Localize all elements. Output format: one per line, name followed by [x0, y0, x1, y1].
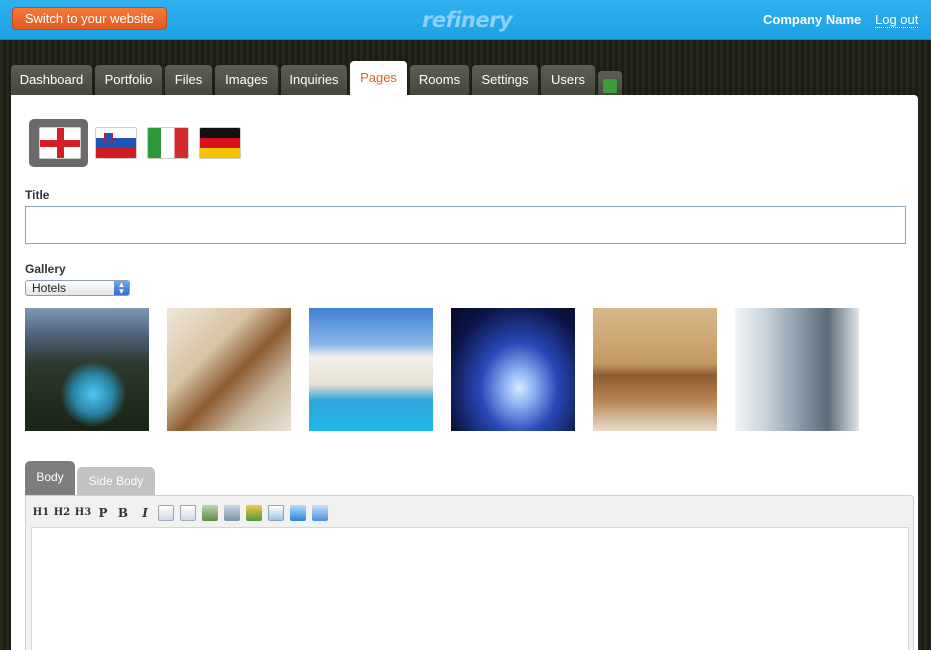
h1-button[interactable]: H1: [32, 504, 50, 522]
tab-images[interactable]: Images: [215, 65, 278, 96]
shuffle-tab[interactable]: [598, 71, 622, 96]
italy-flag-icon: [147, 127, 189, 159]
locale-italian[interactable]: [137, 119, 196, 167]
germany-flag-icon: [199, 127, 241, 159]
top-bar: Switch to your website refinery Company …: [0, 0, 931, 40]
title-input[interactable]: [25, 206, 906, 244]
gallery-image[interactable]: [309, 308, 433, 431]
tab-body[interactable]: Body: [25, 461, 75, 495]
locale-english[interactable]: [29, 119, 88, 167]
locale-slovenian[interactable]: [85, 119, 144, 167]
tab-dashboard[interactable]: Dashboard: [11, 65, 92, 96]
england-flag-icon: [39, 127, 81, 159]
gallery-label: Gallery: [25, 262, 66, 276]
gallery-select[interactable]: Hotels ▲ ▼: [25, 280, 130, 296]
slovenia-flag-icon: [95, 127, 137, 159]
tab-rooms[interactable]: Rooms: [410, 65, 469, 96]
insert-file-icon[interactable]: [290, 505, 306, 521]
gallery-image[interactable]: [735, 308, 859, 431]
gallery-image[interactable]: [167, 308, 291, 431]
bold-button[interactable]: B: [116, 504, 130, 522]
tab-settings[interactable]: Settings: [472, 65, 538, 96]
unordered-list-icon[interactable]: [180, 505, 196, 521]
shuffle-icon: [603, 79, 617, 93]
h2-button[interactable]: H2: [53, 504, 71, 522]
logout-link[interactable]: Log out: [875, 12, 919, 28]
company-name: Company Name: [763, 12, 862, 27]
tab-inquiries[interactable]: Inquiries: [281, 65, 347, 96]
gallery-image[interactable]: [25, 308, 149, 431]
gallery-image[interactable]: [451, 308, 575, 431]
gallery-image[interactable]: [593, 308, 717, 431]
gallery-select-value: Hotels: [32, 281, 67, 295]
insert-image-icon[interactable]: [246, 505, 262, 521]
tab-users[interactable]: Users: [541, 65, 595, 96]
link-icon[interactable]: [202, 505, 218, 521]
italic-button[interactable]: I: [138, 504, 152, 522]
body-editor-area[interactable]: [31, 527, 909, 650]
unlink-icon[interactable]: [224, 505, 240, 521]
h3-button[interactable]: H3: [74, 504, 92, 522]
paragraph-button[interactable]: P: [96, 504, 110, 522]
tab-side-body[interactable]: Side Body: [77, 467, 155, 495]
tab-pages[interactable]: Pages: [350, 61, 407, 96]
insert-table-icon[interactable]: [268, 505, 284, 521]
tab-files[interactable]: Files: [165, 65, 212, 96]
select-arrows-icon: ▲ ▼: [114, 281, 129, 296]
title-label: Title: [25, 188, 50, 202]
refinery-logo: refinery: [422, 8, 513, 32]
ordered-list-icon[interactable]: [158, 505, 174, 521]
tab-portfolio[interactable]: Portfolio: [95, 65, 162, 96]
switch-to-website-button[interactable]: Switch to your website: [12, 7, 167, 30]
wysiwyg-editor: H1 H2 H3 P B I: [25, 495, 914, 650]
locale-german[interactable]: [189, 119, 248, 167]
clean-format-icon[interactable]: [312, 505, 328, 521]
pages-panel: Title Gallery Hotels ▲ ▼ Body Side Body H…: [11, 95, 918, 650]
